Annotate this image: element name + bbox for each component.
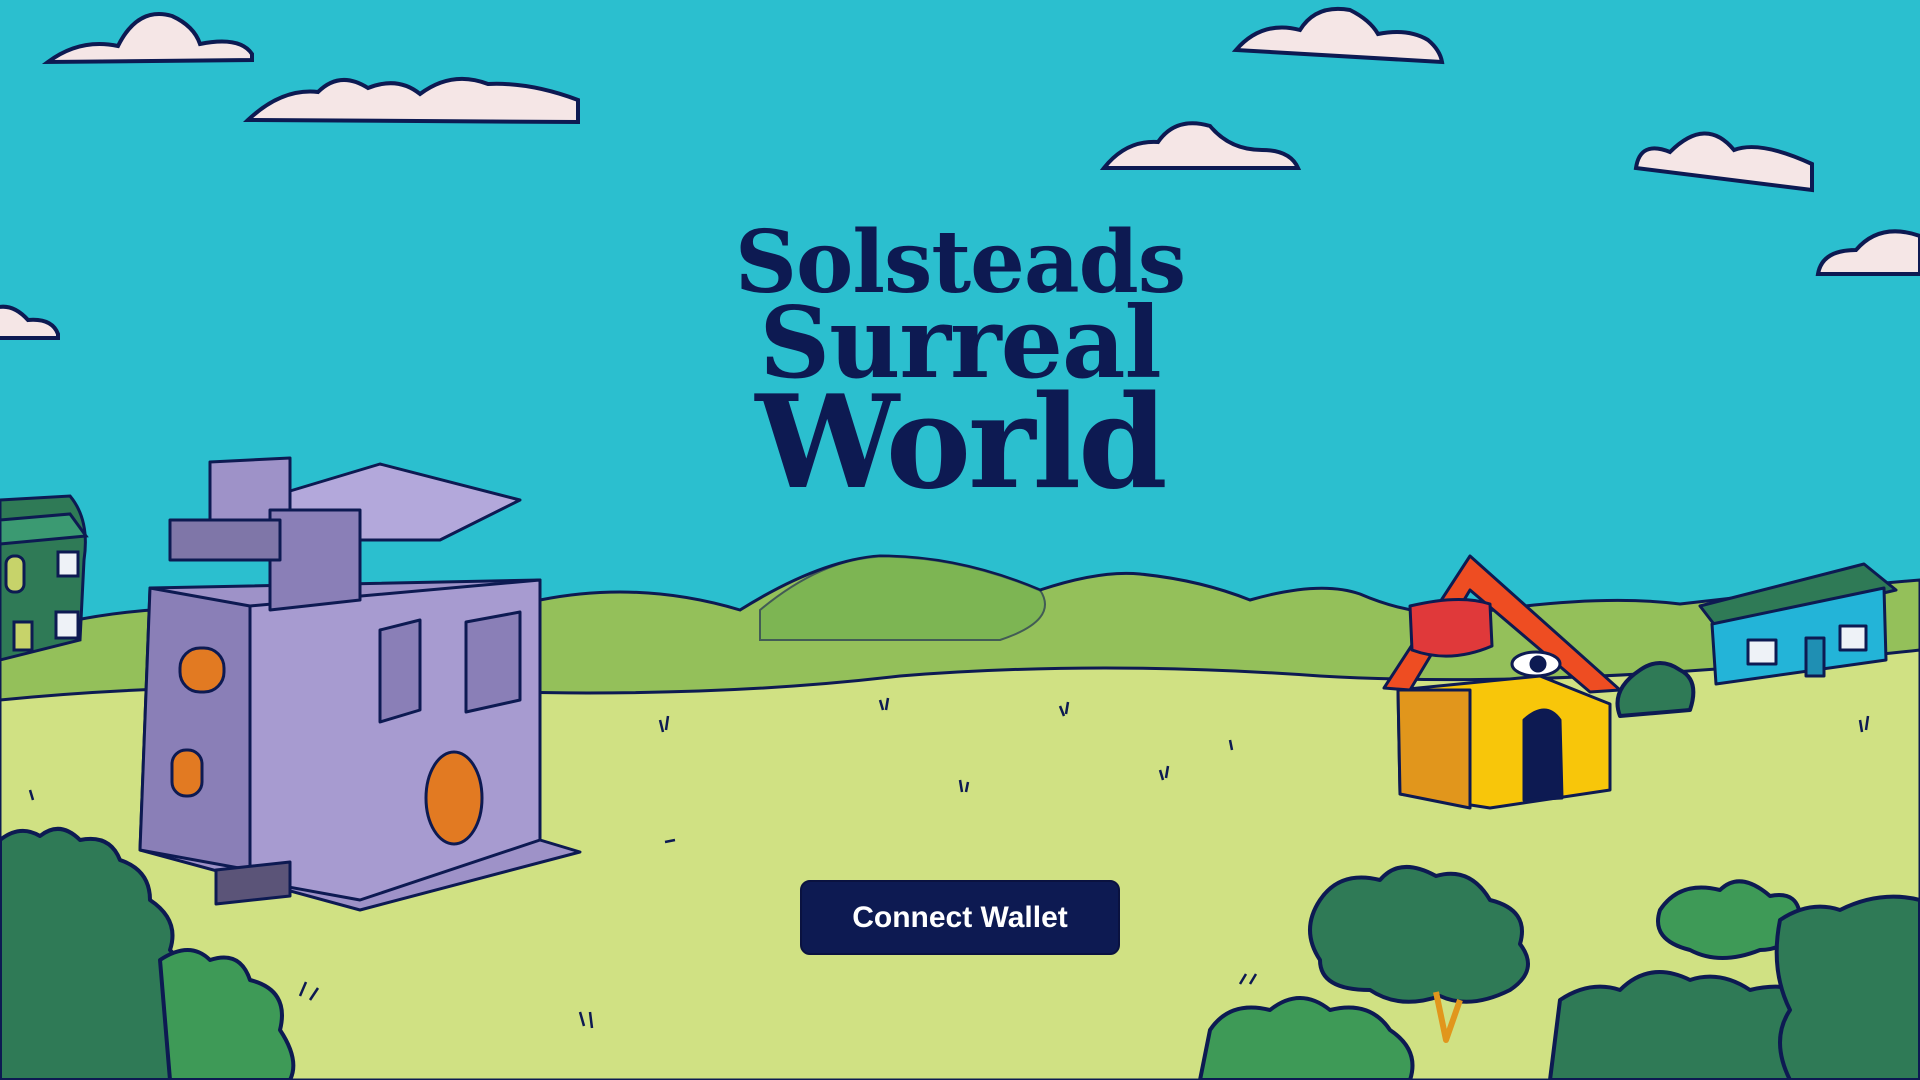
- game-title: Solsteads Surreal World: [700, 220, 1220, 518]
- connect-wallet-button[interactable]: Connect Wallet: [800, 880, 1120, 955]
- green-house: [0, 494, 89, 662]
- title-line-3: World: [755, 367, 1167, 518]
